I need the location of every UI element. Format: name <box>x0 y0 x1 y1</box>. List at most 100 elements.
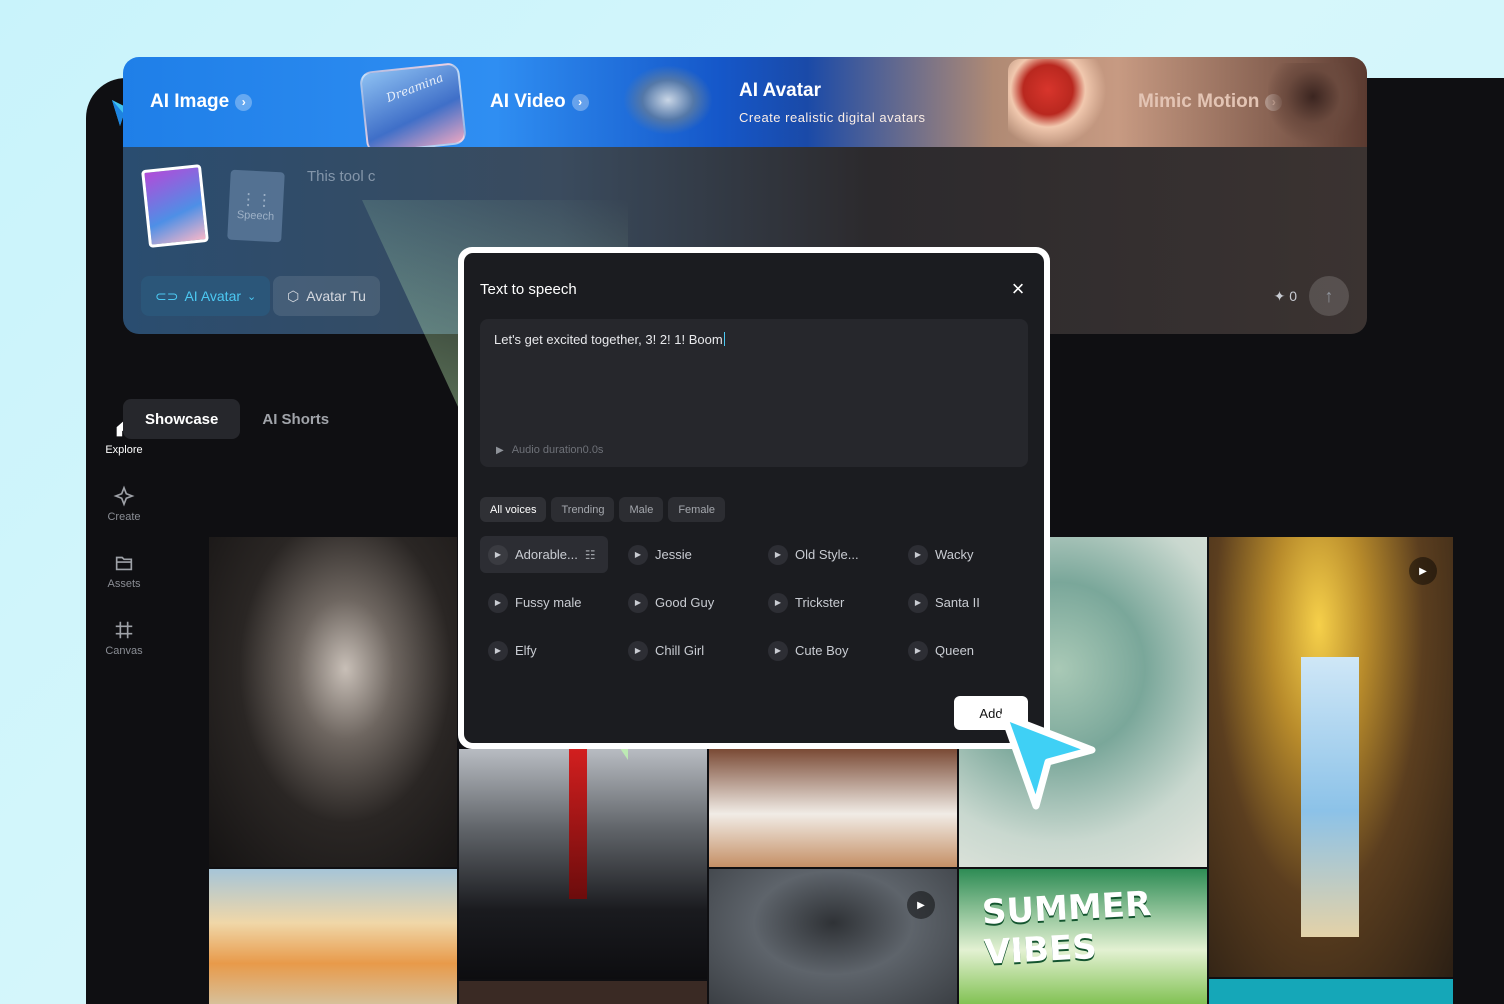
play-icon[interactable]: ▶ <box>768 592 788 613</box>
play-icon[interactable]: ▶ <box>628 640 648 661</box>
sidebar-item-label: Assets <box>107 577 141 590</box>
speech-text-content: Let's get excited together, 3! 2! 1! Boo… <box>494 332 723 347</box>
text-caret <box>723 332 725 346</box>
voice-option[interactable]: ▶ Santa II <box>900 584 1028 621</box>
filter-all-voices[interactable]: All voices <box>480 497 547 522</box>
gallery-item[interactable] <box>459 749 707 979</box>
play-icon[interactable]: ▶ <box>768 544 788 565</box>
banner-ai-avatar[interactable]: AI Avatar Create realistic digital avata… <box>739 57 926 147</box>
play-icon[interactable]: ▶ <box>496 445 504 456</box>
banner-mimic-motion[interactable]: Mimic Motion › <box>1138 57 1283 147</box>
sidebar-item-label: Canvas <box>105 644 143 657</box>
filter-trending[interactable]: Trending <box>551 497 615 522</box>
chevron-down-icon: ⌄ <box>247 290 257 303</box>
chevron-right-icon: › <box>235 93 253 111</box>
voice-label: Chill Girl <box>655 643 705 658</box>
voice-label: Jessie <box>655 547 692 562</box>
banner-ai-video[interactable]: AI Video › <box>490 57 589 147</box>
play-icon[interactable]: ▶ <box>908 592 928 613</box>
sparkle-icon: ✦ <box>1273 288 1286 304</box>
link-icon: ⊂⊃ <box>155 287 179 304</box>
voice-option[interactable]: ▶ Cute Boy <box>760 632 888 669</box>
gallery-item[interactable] <box>709 749 957 867</box>
text-to-speech-dialog: Text to speech × Let's get excited toget… <box>458 247 1050 749</box>
play-icon[interactable]: ▶ <box>628 544 648 565</box>
sidebar-item-create[interactable]: Create <box>86 470 162 537</box>
folder-icon <box>115 556 133 570</box>
gallery-item[interactable] <box>209 537 457 867</box>
speech-text-input[interactable]: Let's get excited together, 3! 2! 1! Boo… <box>480 319 1028 467</box>
feature-banner: AI Image › Dreamina AI Video › AI Avatar… <box>123 57 1367 147</box>
tab-showcase[interactable]: Showcase <box>123 399 241 439</box>
speech-card[interactable]: ⋮⋮ Speech <box>227 169 285 243</box>
play-icon[interactable]: ▶ <box>628 592 648 613</box>
dialog-title: Text to speech <box>480 281 577 298</box>
whale-thumbnail: Dreamina <box>358 61 468 147</box>
voice-option[interactable]: ▶ Old Style... <box>760 536 888 573</box>
play-icon[interactable]: ▶ <box>908 640 928 661</box>
audio-preview[interactable]: ▶ Audio duration0.0s <box>496 444 603 456</box>
gallery-item[interactable]: ▶ <box>709 869 957 1004</box>
filter-female[interactable]: Female <box>668 497 726 522</box>
play-icon[interactable]: ▶ <box>768 640 788 661</box>
avatar-reference-image[interactable] <box>141 164 209 248</box>
avatar-tutorial-button[interactable]: ⬡ Avatar Tu <box>273 276 380 316</box>
gallery-item[interactable] <box>1209 979 1453 1004</box>
play-icon[interactable]: ▶ <box>488 640 508 661</box>
jet-thumbnail <box>623 65 713 135</box>
voice-label: Adorable... <box>515 547 578 562</box>
tab-ai-shorts[interactable]: AI Shorts <box>240 399 351 439</box>
banner-ai-avatar-label: AI Avatar <box>739 79 822 101</box>
pointer-cursor-icon <box>1000 712 1096 810</box>
voice-option[interactable]: ▶ Adorable... ☷ <box>480 536 608 573</box>
dialog-body: Text to speech × Let's get excited toget… <box>464 253 1044 743</box>
gallery-item[interactable]: SUMMER VIBES <box>959 869 1207 1004</box>
gallery-item[interactable]: ▶ <box>1209 537 1453 977</box>
voice-option[interactable]: ▶ Wacky <box>900 536 1028 573</box>
voice-option[interactable]: ▶ Fussy male <box>480 584 608 621</box>
close-icon[interactable]: × <box>1008 278 1028 300</box>
content-tabs: Showcase AI Shorts <box>123 399 351 439</box>
voice-label: Old Style... <box>795 547 859 562</box>
play-icon[interactable]: ▶ <box>908 544 928 565</box>
sidebar-item-canvas[interactable]: Canvas <box>86 604 162 671</box>
gallery-item[interactable] <box>209 869 457 1004</box>
gallery-item[interactable] <box>459 981 707 1004</box>
voice-option[interactable]: ▶ Elfy <box>480 632 608 669</box>
banner-ai-video-label: AI Video <box>490 91 566 112</box>
cube-icon: ⬡ <box>287 287 300 304</box>
audio-duration-label: Audio duration0.0s <box>511 444 604 456</box>
voice-label: Cute Boy <box>795 643 849 658</box>
chevron-right-icon: › <box>571 93 589 111</box>
play-icon[interactable]: ▶ <box>907 891 935 919</box>
voice-option[interactable]: ▶ Trickster <box>760 584 888 621</box>
voice-label: Elfy <box>515 643 537 658</box>
voice-option[interactable]: ▶ Jessie <box>620 536 748 573</box>
voice-option[interactable]: ▶ Good Guy <box>620 584 748 621</box>
play-icon[interactable]: ▶ <box>1409 557 1437 585</box>
voice-label: Fussy male <box>515 595 582 610</box>
composer-hint: This tool c <box>307 168 376 185</box>
door-opening <box>1301 657 1359 937</box>
speech-text-value: Let's get excited together, 3! 2! 1! Boo… <box>494 332 725 347</box>
banner-ai-image[interactable]: AI Image › <box>150 57 253 147</box>
send-button[interactable]: ↑ <box>1309 276 1349 316</box>
avatar-girl-thumbnail <box>1008 59 1108 147</box>
voice-option[interactable]: ▶ Chill Girl <box>620 632 748 669</box>
play-icon[interactable]: ▶ <box>488 544 508 565</box>
speech-card-label: Speech <box>236 209 275 223</box>
sidebar-nav: Explore Create Assets Canvas <box>86 403 162 671</box>
play-icon[interactable]: ▶ <box>488 592 508 613</box>
sidebar-item-assets[interactable]: Assets <box>86 537 162 604</box>
sidebar-item-label: Explore <box>105 443 143 456</box>
summer-vibes-text: SUMMER VIBES <box>981 884 1153 973</box>
voice-label: Queen <box>935 643 975 658</box>
dancer-thumbnail <box>1268 63 1358 147</box>
sliders-icon[interactable]: ☷ <box>585 548 596 562</box>
sparkle-icon <box>113 484 135 507</box>
filter-male[interactable]: Male <box>619 497 664 522</box>
ai-avatar-dropdown[interactable]: ⊂⊃ AI Avatar ⌄ <box>141 276 271 316</box>
arrow-up-icon: ↑ <box>1324 285 1334 306</box>
voice-label: Good Guy <box>655 595 715 610</box>
voice-option[interactable]: ▶ Queen <box>900 632 1028 669</box>
